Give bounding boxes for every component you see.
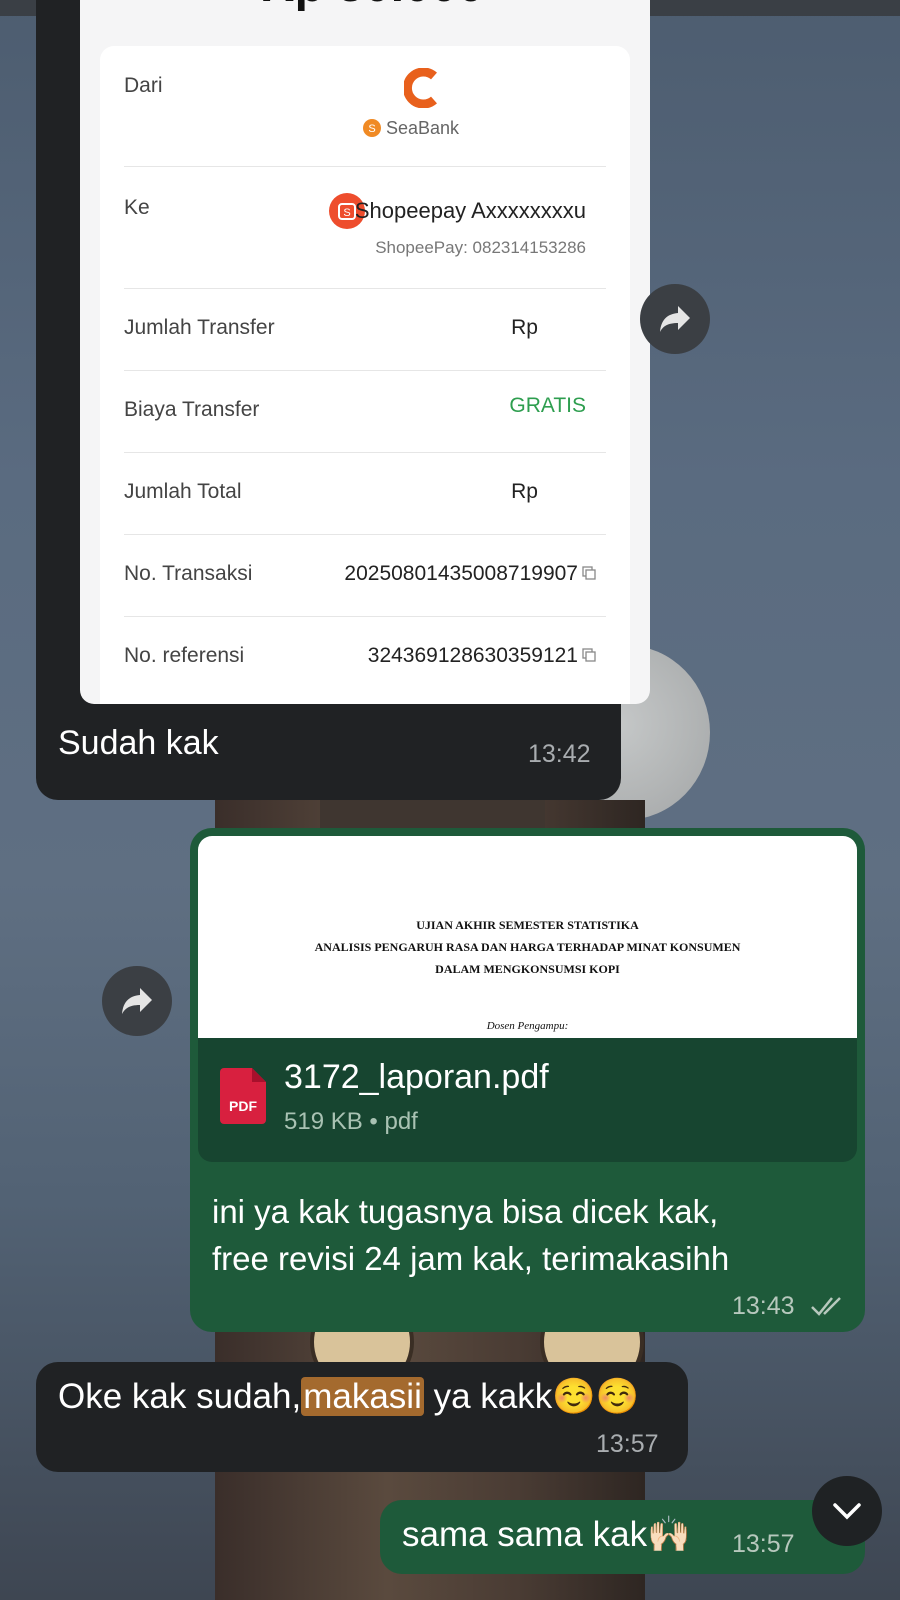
receipt-image[interactable]: Rp 50.000 Dari S SeaBank Ke S Shopeepay … — [80, 0, 650, 704]
pdf-icon-label: PDF — [229, 1098, 257, 1114]
from-bank-name: SeaBank — [386, 118, 460, 138]
to-name: Shopeepay Axxxxxxxxu — [354, 198, 586, 223]
fee-value: GRATIS — [509, 394, 586, 417]
divider — [124, 288, 606, 289]
forward-button[interactable] — [640, 284, 710, 354]
from-label: Dari — [124, 74, 163, 97]
forward-button[interactable] — [102, 966, 172, 1036]
file-meta: 519 KB • pdf — [284, 1108, 418, 1135]
seabank-logo-icon — [404, 68, 437, 108]
total-value: Rp — [511, 480, 538, 503]
receipt-amount: Rp 50.000 — [260, 0, 484, 13]
svg-text:S: S — [343, 207, 350, 219]
svg-text:S: S — [368, 123, 375, 135]
transfer-amount-value: Rp — [511, 316, 538, 339]
transaction-number-label: No. Transaksi — [124, 562, 253, 585]
to-account: ShopeePay: 082314153286 — [375, 238, 586, 257]
message-time: 13:57 — [596, 1430, 659, 1458]
scroll-to-bottom-button[interactable] — [812, 1476, 882, 1546]
message-time: 13:43 — [732, 1292, 795, 1320]
copy-icon[interactable] — [582, 648, 596, 662]
incoming-message-receipt[interactable]: Rp 50.000 Dari S SeaBank Ke S Shopeepay … — [36, 0, 650, 800]
divider — [124, 452, 606, 453]
document-preview-subtitle: ANALISIS PENGARUH RASA DAN HARGA TERHADA… — [314, 940, 741, 954]
receipt-card: Dari S SeaBank Ke S Shopeepay Axxxxxxxxu… — [100, 46, 630, 704]
file-attachment[interactable]: PDF 3172_laporan.pdf 519 KB • pdf — [198, 1038, 857, 1162]
wallpaper-tower-top — [320, 800, 545, 830]
message-time: 13:57 — [732, 1530, 795, 1558]
reference-number-value: 324369128630359121 — [367, 644, 578, 667]
message-text: Oke kak sudah,makasii ya kakk☺️☺️ — [58, 1377, 640, 1416]
message-text: sama sama kak🙌🏻 — [402, 1515, 691, 1554]
divider — [124, 616, 606, 617]
forward-arrow-icon — [122, 988, 152, 1014]
copy-icon[interactable] — [582, 566, 596, 580]
file-name: 3172_laporan.pdf — [284, 1058, 549, 1096]
document-preview-lecturer: Dosen Pengampu: — [486, 1020, 569, 1032]
divider — [124, 370, 606, 371]
reference-number-label: No. referensi — [124, 644, 245, 667]
forward-arrow-icon — [660, 306, 690, 332]
to-label: Ke — [124, 196, 150, 219]
search-highlight: makasii — [301, 1377, 424, 1416]
fee-label: Biaya Transfer — [124, 398, 260, 421]
divider — [124, 166, 606, 167]
outgoing-message[interactable]: sama sama kak🙌🏻 13:57 — [380, 1500, 865, 1574]
double-check-icon — [811, 1297, 841, 1316]
document-preview[interactable]: UJIAN AKHIR SEMESTER STATISTIKA ANALISIS… — [198, 836, 857, 1038]
document-preview-title: UJIAN AKHIR SEMESTER STATISTIKA — [416, 918, 639, 932]
chevron-down-icon — [833, 1503, 861, 1520]
message-text: ini ya kak tugasnya bisa dicek kak, free… — [212, 1193, 730, 1277]
message-time: 13:42 — [528, 740, 591, 768]
message-text: Sudah kak — [58, 724, 219, 762]
seabank-small-icon: S — [363, 119, 381, 137]
incoming-message[interactable]: Oke kak sudah,makasii ya kakk☺️☺️ 13:57 — [36, 1362, 688, 1472]
transaction-number-value: 20250801435008719907 — [344, 562, 578, 585]
pdf-file-icon — [220, 1068, 266, 1124]
transfer-amount-label: Jumlah Transfer — [124, 316, 275, 339]
divider — [124, 534, 606, 535]
total-label: Jumlah Total — [124, 480, 242, 503]
document-preview-subtitle-2: DALAM MENGKONSUMSI KOPI — [435, 962, 620, 976]
